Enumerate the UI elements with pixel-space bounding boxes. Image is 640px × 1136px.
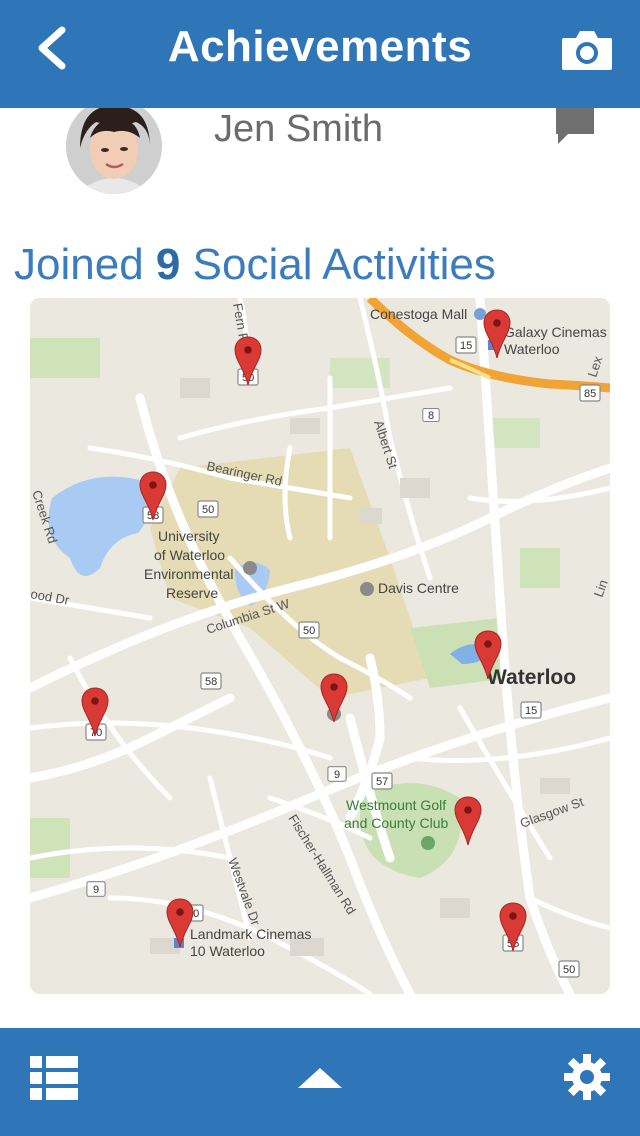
svg-text:50: 50	[202, 504, 214, 516]
activity-count: 9	[155, 240, 181, 289]
message-button[interactable]	[554, 108, 596, 146]
svg-text:85: 85	[584, 388, 596, 400]
svg-text:58: 58	[205, 676, 217, 688]
camera-button[interactable]	[560, 28, 614, 72]
list-button[interactable]	[28, 1054, 80, 1102]
chat-bubble-icon	[556, 108, 594, 144]
svg-text:University: University	[158, 528, 219, 544]
svg-text:Davis Centre: Davis Centre	[378, 580, 459, 596]
svg-text:Waterloo: Waterloo	[504, 341, 560, 357]
svg-text:Landmark Cinemas: Landmark Cinemas	[190, 926, 311, 942]
svg-text:Westmount Golf: Westmount Golf	[346, 797, 446, 813]
svg-text:8: 8	[428, 410, 434, 422]
svg-text:15: 15	[460, 340, 472, 352]
achievement-heading: Joined 9 Social Activities	[14, 240, 496, 290]
avatar-image	[66, 98, 162, 194]
map-canvas: 15 85 8 50 58 50 50 58 70 15 9 57 9 70 5…	[30, 298, 610, 994]
svg-text:50: 50	[303, 625, 315, 637]
svg-text:9: 9	[334, 769, 340, 781]
svg-text:57: 57	[376, 776, 388, 788]
page-title: Achievements	[167, 22, 473, 71]
list-icon	[30, 1056, 78, 1100]
heading-suffix: Social Activities	[192, 240, 496, 289]
gear-icon	[564, 1054, 610, 1100]
avatar[interactable]	[66, 98, 162, 194]
bottom-toolbar	[0, 1028, 640, 1136]
settings-button[interactable]	[562, 1052, 612, 1102]
heading-prefix: Joined	[14, 240, 144, 289]
user-name: Jen Smith	[214, 108, 383, 150]
svg-text:Waterloo: Waterloo	[487, 666, 576, 689]
camera-icon	[562, 31, 612, 70]
svg-text:15: 15	[525, 705, 537, 717]
top-nav-bar: Achievements	[0, 0, 640, 108]
svg-text:9: 9	[93, 884, 99, 896]
svg-text:and County Club: and County Club	[344, 815, 449, 831]
svg-text:Galaxy Cinemas: Galaxy Cinemas	[504, 324, 607, 340]
svg-text:Reserve: Reserve	[166, 585, 218, 601]
svg-text:Conestoga Mall: Conestoga Mall	[370, 306, 467, 322]
profile-header: Jen Smith	[0, 98, 640, 218]
svg-text:50: 50	[563, 964, 575, 976]
expand-up-button[interactable]	[294, 1064, 346, 1094]
svg-text:of Waterloo: of Waterloo	[154, 547, 225, 563]
svg-text:10 Waterloo: 10 Waterloo	[190, 943, 265, 959]
activity-map[interactable]: 15 85 8 50 58 50 50 58 70 15 9 57 9 70 5…	[30, 298, 610, 994]
svg-text:Environmental: Environmental	[144, 566, 234, 582]
triangle-up-icon	[298, 1068, 342, 1088]
